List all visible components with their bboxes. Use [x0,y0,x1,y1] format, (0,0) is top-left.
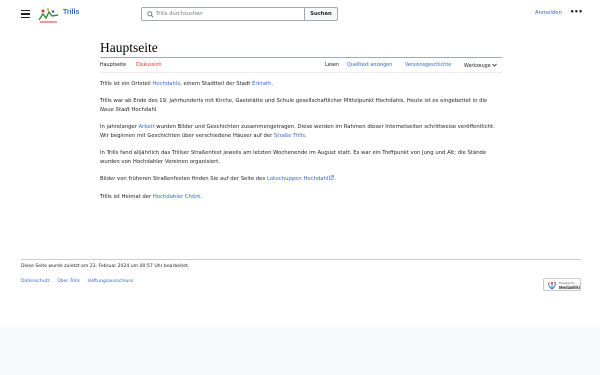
footer-links: Datenschutz Über Trills Haftungsausschlu… [21,279,139,284]
footer-link-ueber[interactable]: Über Trills [57,279,80,284]
page-title: Hauptseite [100,40,158,55]
more-options-icon[interactable]: ••• [570,8,583,16]
last-modified-info: Diese Seite wurde zuletzt am 23. Februar… [21,264,190,269]
paragraph-1: Trills ist ein Ortsteil Hochdahls, einem… [100,81,274,87]
paragraph-6: Trills ist Heimat der Hochdahler Chöre. [100,193,203,200]
powered-by-mediawiki-badge[interactable]: Powered by MediaWiki [543,278,581,291]
hamburger-menu-icon[interactable] [21,10,30,18]
header: Trills Suchen Anmelden ••• [0,0,600,30]
footer-divider [21,259,581,260]
chevron-down-icon [491,63,497,67]
mediawiki-logo-icon [548,281,556,290]
search-icon [147,11,154,18]
article-body: Trills ist ein Ortsteil Hochdahls, einem… [100,80,502,210]
link-strasse-trills[interactable]: Straße Trills [274,133,305,139]
link-erkrath[interactable]: Erkrath [252,81,271,87]
page: Trills Suchen Anmelden ••• Hauptseite Ha… [0,0,600,327]
paragraph-3: In jahrelanger Arbeit wurden Bilder und … [100,124,495,139]
footer-link-haftungsausschluss[interactable]: Haftungsausschluss [88,279,134,284]
paragraph-2: Trills war ab Ende des 19. Jahrhunderts … [100,98,488,113]
tabs-divider [100,72,502,73]
link-lokschuppen-hochdahl[interactable]: Lokschuppen Hochdahl [267,175,335,182]
search-button[interactable]: Suchen [304,7,338,21]
search-input[interactable] [156,8,301,20]
paragraph-5: Bilder von früheren Straßenfesten finden… [100,175,337,183]
mediawiki-label: MediaWiki [559,285,580,290]
link-hochdahls[interactable]: Hochdahls [152,81,180,87]
paragraph-4: In Trills fand alljährlich das Trillser … [100,150,487,165]
site-wordmark[interactable]: Trills [63,9,79,16]
link-arbeit[interactable]: Arbeit [139,124,155,130]
site-logo-icon[interactable] [38,7,59,23]
title-divider [100,57,502,58]
search-box[interactable] [141,7,305,21]
footer-link-datenschutz[interactable]: Datenschutz [21,279,50,284]
login-link[interactable]: Anmelden [535,10,562,16]
tools-label: Werkzeuge [464,64,491,69]
link-hochdahler-choere[interactable]: Hochdahler Chöre [153,194,201,200]
